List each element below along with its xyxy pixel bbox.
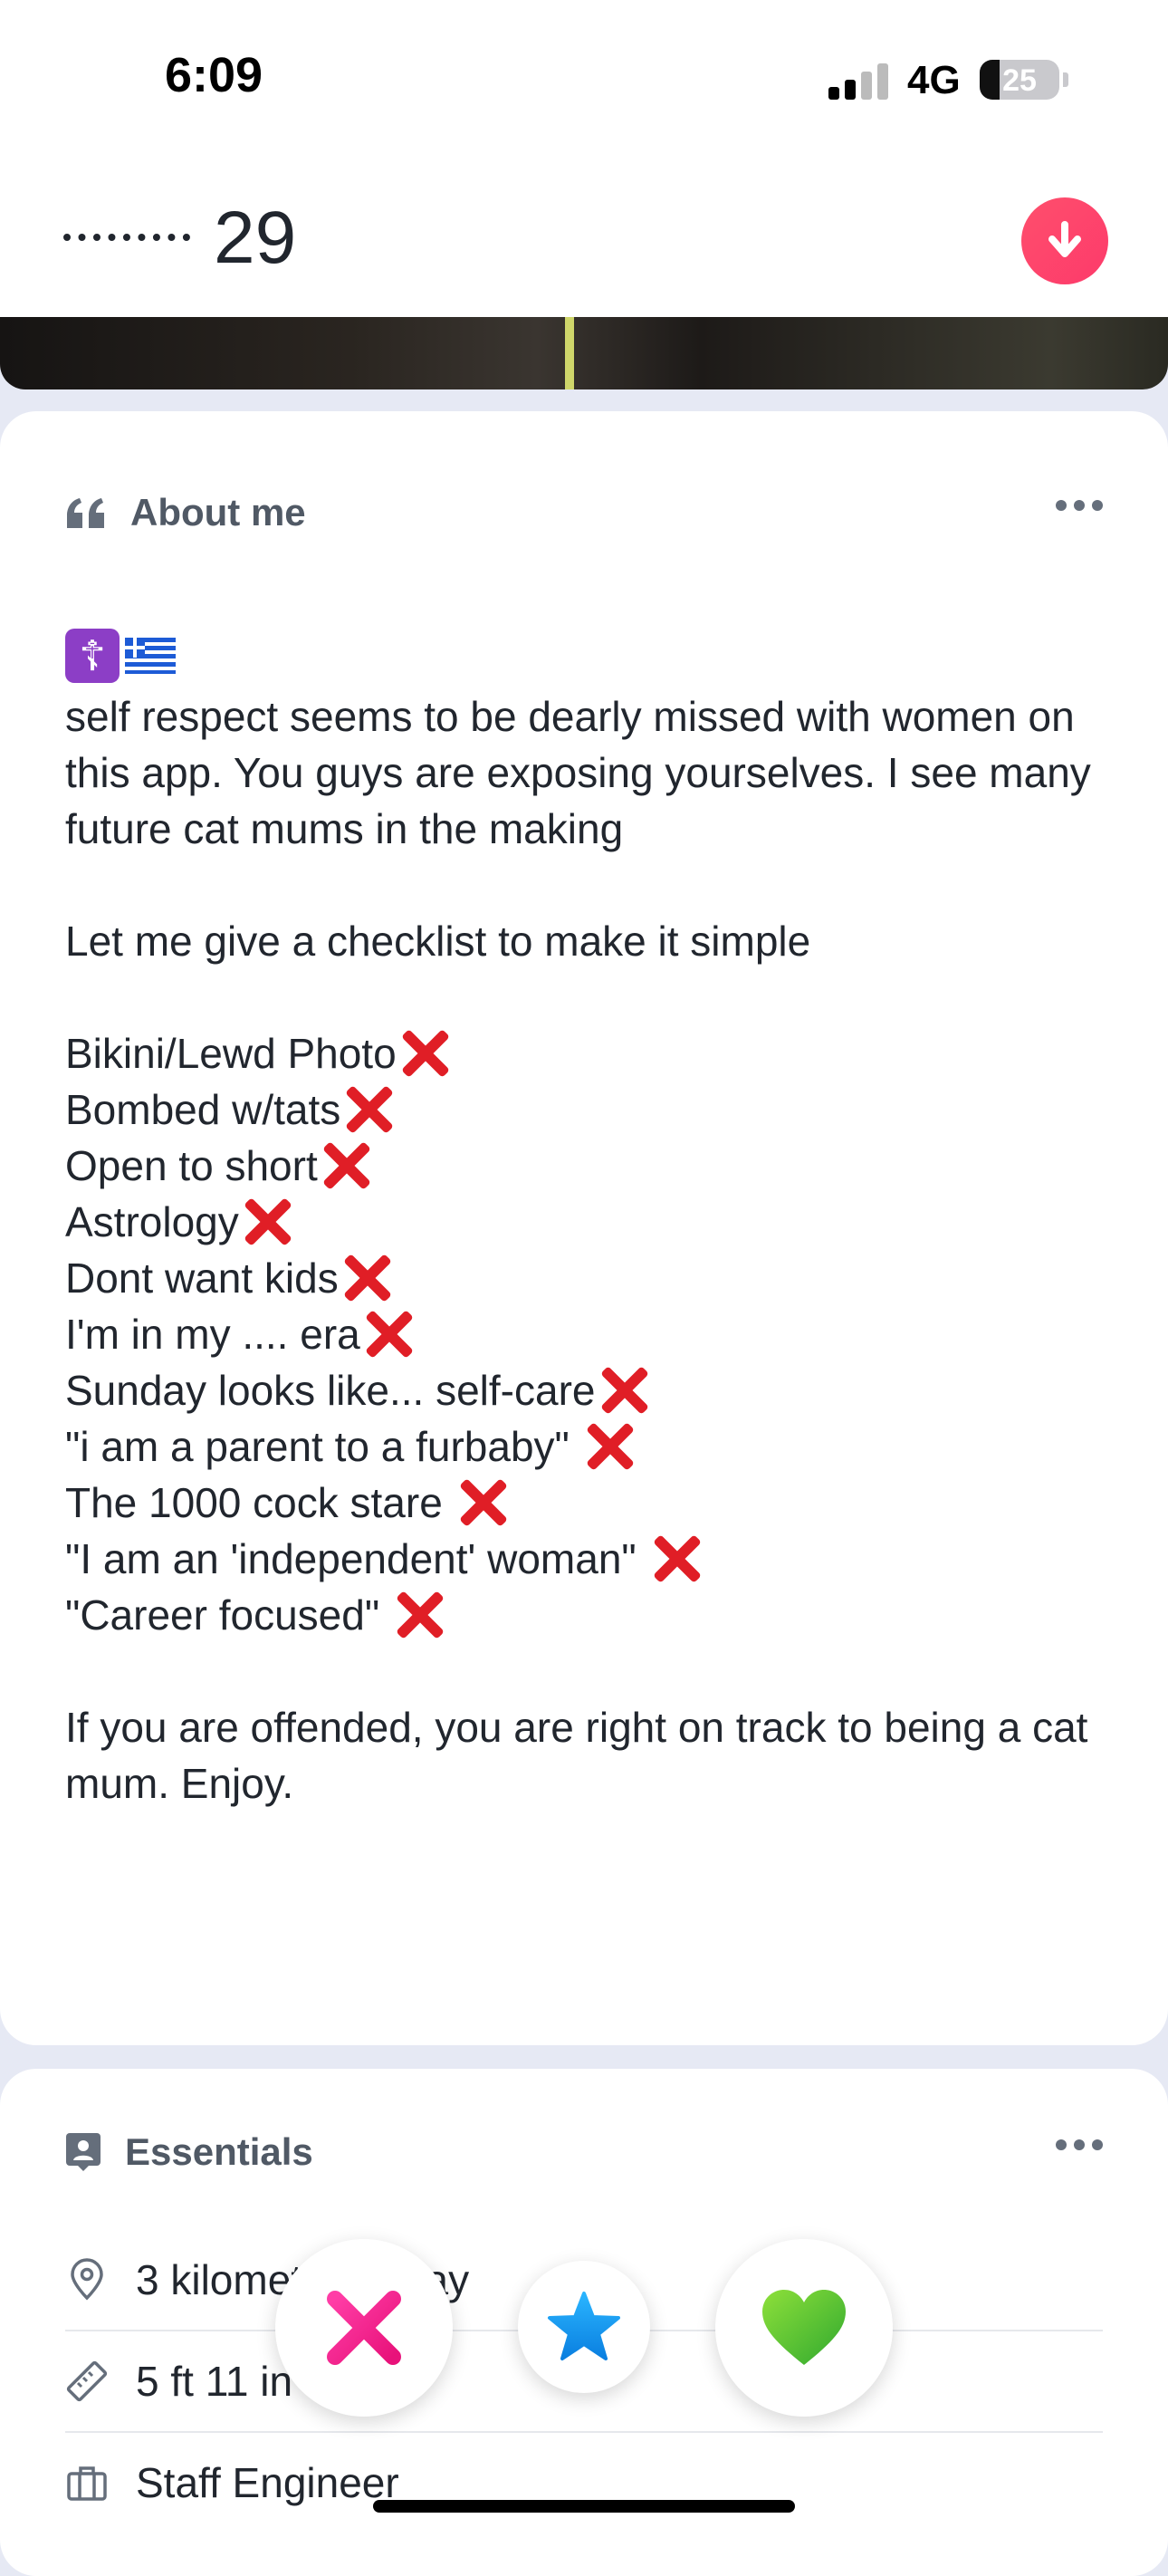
profile-age: 29 bbox=[214, 197, 297, 279]
essentials-more-icon[interactable] bbox=[1056, 2139, 1103, 2150]
briefcase-icon bbox=[67, 2466, 107, 2501]
red-x-icon bbox=[342, 1082, 395, 1135]
red-x-icon bbox=[650, 1532, 703, 1584]
height-text: 5 ft 11 in bbox=[136, 2358, 293, 2405]
ruler-icon bbox=[66, 2360, 108, 2402]
checklist-item: "Career focused" bbox=[65, 1587, 1106, 1643]
location-pin-icon bbox=[71, 2258, 103, 2301]
photo-detail bbox=[565, 317, 574, 389]
red-x-icon bbox=[241, 1195, 293, 1247]
checklist-item-text: Sunday looks like... self-care bbox=[65, 1367, 596, 1414]
checklist-item-text: Open to short bbox=[65, 1142, 318, 1189]
checklist-item-text: The 1000 cock stare bbox=[65, 1479, 455, 1526]
bio-closing: If you are offended, you are right on tr… bbox=[65, 1704, 1088, 1807]
red-x-icon bbox=[598, 1363, 650, 1416]
collapse-profile-button[interactable] bbox=[1021, 197, 1108, 284]
checklist-item: Open to short bbox=[65, 1138, 1106, 1194]
checklist-item-text: "Career focused" bbox=[65, 1591, 391, 1639]
checklist-item-text: Astrology bbox=[65, 1198, 239, 1245]
cellular-signal-icon bbox=[828, 62, 888, 100]
checklist-item-text: "I am an 'independent' woman" bbox=[65, 1535, 648, 1582]
checklist-item: Bombed w/tats bbox=[65, 1081, 1106, 1138]
profile-photo[interactable] bbox=[0, 317, 1168, 389]
nope-x-icon bbox=[327, 2291, 401, 2365]
checklist-item: Dont want kids bbox=[65, 1250, 1106, 1306]
checklist-item: Bikini/Lewd Photo bbox=[65, 1025, 1106, 1081]
bio-paragraph: Let me give a checklist to make it simpl… bbox=[65, 918, 811, 965]
about-me-header: About me bbox=[65, 485, 306, 540]
checklist-item-text: Bikini/Lewd Photo bbox=[65, 1030, 397, 1077]
status-time: 6:09 bbox=[165, 48, 263, 102]
about-more-icon[interactable] bbox=[1056, 500, 1103, 511]
network-type: 4G bbox=[907, 58, 961, 102]
red-x-icon bbox=[362, 1307, 415, 1360]
profile-header: 29 bbox=[0, 163, 1168, 317]
star-icon bbox=[548, 2292, 620, 2360]
red-x-icon bbox=[320, 1139, 372, 1191]
about-me-card: About me ☦ self respect seems to be dear… bbox=[0, 411, 1168, 2045]
chevron-down-icon bbox=[1048, 221, 1081, 257]
greek-flag-icon bbox=[125, 638, 176, 674]
red-x-icon bbox=[393, 1588, 445, 1640]
red-x-icon bbox=[583, 1419, 636, 1472]
battery-nub bbox=[1063, 72, 1068, 87]
checklist-item: The 1000 cock stare bbox=[65, 1475, 1106, 1531]
red-x-icon bbox=[340, 1251, 393, 1303]
red-x-icon bbox=[456, 1475, 509, 1528]
battery-percent: 25 bbox=[1002, 63, 1037, 98]
home-indicator[interactable] bbox=[373, 2500, 795, 2513]
essentials-header: Essentials bbox=[65, 2125, 313, 2179]
quote-icon bbox=[67, 498, 104, 528]
profile-name-cropped bbox=[63, 234, 190, 255]
red-x-icon bbox=[398, 1026, 451, 1079]
bio-paragraph: self respect seems to be dearly missed w… bbox=[65, 693, 1091, 852]
checklist-item: I'm in my .... era bbox=[65, 1306, 1106, 1362]
checklist: Bikini/Lewd Photo Bombed w/tats Open to sh… bbox=[65, 1025, 1106, 1643]
checklist-item: Astrology bbox=[65, 1194, 1106, 1250]
checklist-item-text: "i am a parent to a furbaby" bbox=[65, 1423, 581, 1470]
checklist-item: "I am an 'independent' woman" bbox=[65, 1531, 1106, 1587]
nope-button[interactable] bbox=[275, 2239, 453, 2417]
essentials-title: Essentials bbox=[125, 2130, 313, 2173]
checklist-item-text: Bombed w/tats bbox=[65, 1086, 341, 1133]
about-me-title: About me bbox=[130, 491, 306, 533]
checklist-item-text: Dont want kids bbox=[65, 1254, 339, 1302]
checklist-item: "i am a parent to a furbaby" bbox=[65, 1418, 1106, 1475]
battery-icon: 25 bbox=[980, 60, 1059, 100]
job-text: Staff Engineer bbox=[136, 2459, 399, 2506]
bio-text: self respect seems to be dearly missed w… bbox=[65, 688, 1106, 1812]
heart-icon bbox=[762, 2290, 846, 2365]
orthodox-cross-icon: ☦ bbox=[65, 629, 120, 683]
job-row: Staff Engineer bbox=[65, 2433, 1103, 2533]
id-card-icon bbox=[66, 2133, 101, 2171]
super-like-button[interactable] bbox=[518, 2261, 650, 2393]
status-bar: 6:09 4G 25 bbox=[0, 0, 1168, 163]
bio-emojis: ☦ bbox=[65, 629, 176, 683]
checklist-item-text: I'm in my .... era bbox=[65, 1311, 360, 1358]
checklist-item: Sunday looks like... self-care bbox=[65, 1362, 1106, 1418]
like-button[interactable] bbox=[715, 2239, 893, 2417]
